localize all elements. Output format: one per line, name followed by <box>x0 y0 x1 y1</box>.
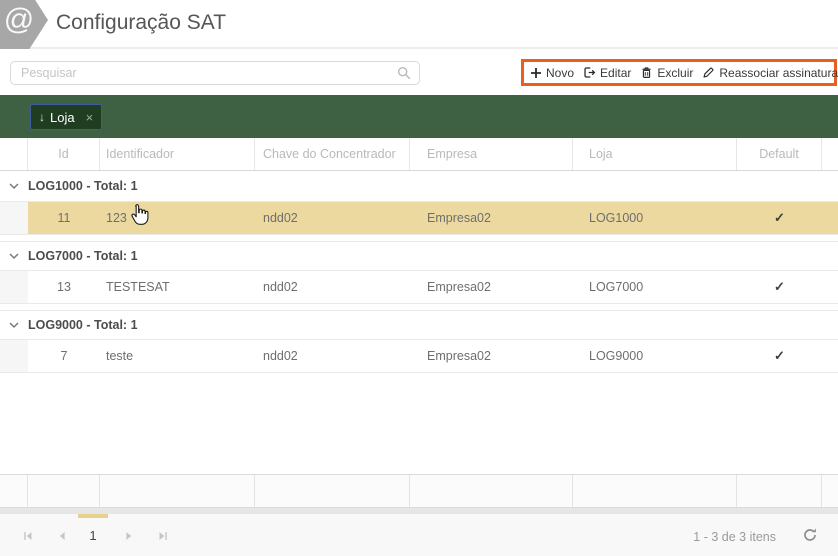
page-title: Configuração SAT <box>56 11 227 34</box>
chevron-down-icon[interactable] <box>8 250 20 262</box>
pencil-icon <box>703 67 714 78</box>
default-check-icon: ✓ <box>774 279 785 294</box>
previous-page-icon <box>59 532 65 540</box>
empty-grid-row <box>0 474 838 508</box>
editar-button[interactable]: Editar <box>582 66 632 80</box>
cell-id: 7 <box>60 349 68 363</box>
sort-desc-icon: ↓ <box>39 110 45 124</box>
column-header-chave-do-concentrador[interactable]: Chave do Concentrador <box>255 138 410 170</box>
editar-label: Editar <box>600 65 632 80</box>
cell-default: ✓ <box>737 340 822 372</box>
column-header-identificador[interactable]: Identificador <box>100 138 255 170</box>
app-header: @ Configuração SAT <box>0 0 838 49</box>
reassociar-assinatura-label: Reassociar assinatura AC <box>719 65 838 80</box>
cell-chave-do-concentrador: ndd02 <box>263 280 298 294</box>
chevron-down-icon[interactable] <box>8 180 20 192</box>
search-box <box>10 61 420 85</box>
excluir-button[interactable]: Excluir <box>639 66 694 80</box>
cell-loja: LOG1000 <box>573 202 737 234</box>
column-header-loja[interactable]: Loja <box>573 138 737 170</box>
group-chip-label: Loja <box>50 109 75 125</box>
at-icon: @ <box>3 3 35 36</box>
next-page-button[interactable] <box>122 529 136 543</box>
group-bar: ↓ Loja × <box>0 95 838 138</box>
action-toolbar: Novo Editar Excluir Reassociar assinatur… <box>521 59 838 86</box>
row-indent-cell <box>0 340 28 372</box>
app-logo-badge: @ <box>0 0 48 49</box>
cell-empresa: Empresa02 <box>427 280 491 294</box>
group-row-log1000[interactable]: LOG1000 - Total: 1 <box>0 171 838 202</box>
last-page-icon <box>159 532 167 540</box>
chevron-down-icon[interactable] <box>8 319 20 331</box>
previous-page-button[interactable] <box>55 529 69 543</box>
row-indent-cell <box>0 202 28 234</box>
cell-identificador: 123 <box>100 202 255 234</box>
configuracao-sat-page: @ Configuração SAT Novo <box>0 0 838 556</box>
column-header-id[interactable]: Id <box>28 138 100 170</box>
excluir-label: Excluir <box>657 65 694 80</box>
row-scrollbar-spacer <box>822 271 838 303</box>
default-check-icon: ✓ <box>774 210 785 225</box>
hand-cursor-icon <box>131 204 149 225</box>
refresh-button[interactable] <box>802 527 818 543</box>
plus-icon <box>531 67 541 78</box>
group-row-log7000[interactable]: LOG7000 - Total: 1 <box>0 241 838 271</box>
column-header-default[interactable]: Default <box>737 138 822 170</box>
reassociar-assinatura-button[interactable]: Reassociar assinatura AC <box>701 66 838 80</box>
header-expander-spacer <box>0 138 28 170</box>
table-row[interactable]: 7 teste ndd02 Empresa02 LOG9000 ✓ <box>0 340 838 373</box>
row-indent-cell <box>0 271 28 303</box>
novo-label: Novo <box>546 65 575 80</box>
search-icon <box>397 66 411 80</box>
current-page-number[interactable]: 1 <box>78 528 108 543</box>
cell-chave-do-concentrador: ndd02 <box>255 202 410 234</box>
last-page-button[interactable] <box>156 529 170 543</box>
cell-id: 13 <box>57 280 71 294</box>
close-icon[interactable]: × <box>86 110 94 125</box>
default-check-icon: ✓ <box>774 348 785 363</box>
table-row[interactable]: 13 TESTESAT ndd02 Empresa02 LOG7000 ✓ <box>0 271 838 304</box>
edit-arrow-icon <box>584 67 596 78</box>
cell-loja: LOG9000 <box>589 349 644 363</box>
grid-empty-area <box>0 373 838 474</box>
cell-identificador: TESTESAT <box>106 280 170 294</box>
cell-default: ✓ <box>737 202 822 234</box>
cell-empresa: Empresa02 <box>410 202 573 234</box>
trash-icon <box>642 67 651 78</box>
table-row[interactable]: 11 123 ndd02 Empresa02 LOG1000 ✓ <box>0 202 838 235</box>
group-label: LOG7000 - Total: 1 <box>28 249 138 263</box>
novo-button[interactable]: Novo <box>529 66 575 80</box>
grid-header: Id Identificador Chave do Concentrador E… <box>0 138 838 171</box>
items-count-label: 1 - 3 de 3 itens <box>693 530 776 544</box>
cell-default: ✓ <box>737 271 822 303</box>
cell-chave-do-concentrador: ndd02 <box>263 349 298 363</box>
current-page-indicator <box>78 514 108 518</box>
cell-identificador: teste <box>106 349 134 363</box>
header-scrollbar-spacer <box>822 138 838 170</box>
column-header-empresa[interactable]: Empresa <box>410 138 573 170</box>
first-page-icon <box>24 532 32 540</box>
refresh-icon <box>804 528 816 541</box>
next-page-icon <box>126 532 132 540</box>
group-chip-loja[interactable]: ↓ Loja × <box>30 104 103 130</box>
cell-id: 11 <box>28 202 100 234</box>
search-input[interactable] <box>11 66 397 80</box>
row-scrollbar-spacer <box>822 340 838 372</box>
group-label: LOG1000 - Total: 1 <box>28 179 138 193</box>
group-label: LOG9000 - Total: 1 <box>28 318 138 332</box>
cell-empresa: Empresa02 <box>427 349 491 363</box>
cell-loja: LOG7000 <box>589 280 644 294</box>
row-scrollbar-spacer <box>822 202 838 234</box>
pager: 1 1 - 3 de 3 itens <box>0 514 838 556</box>
group-row-log9000[interactable]: LOG9000 - Total: 1 <box>0 310 838 340</box>
first-page-button[interactable] <box>21 529 35 543</box>
toolbar-row: Novo Editar Excluir <box>0 49 838 95</box>
